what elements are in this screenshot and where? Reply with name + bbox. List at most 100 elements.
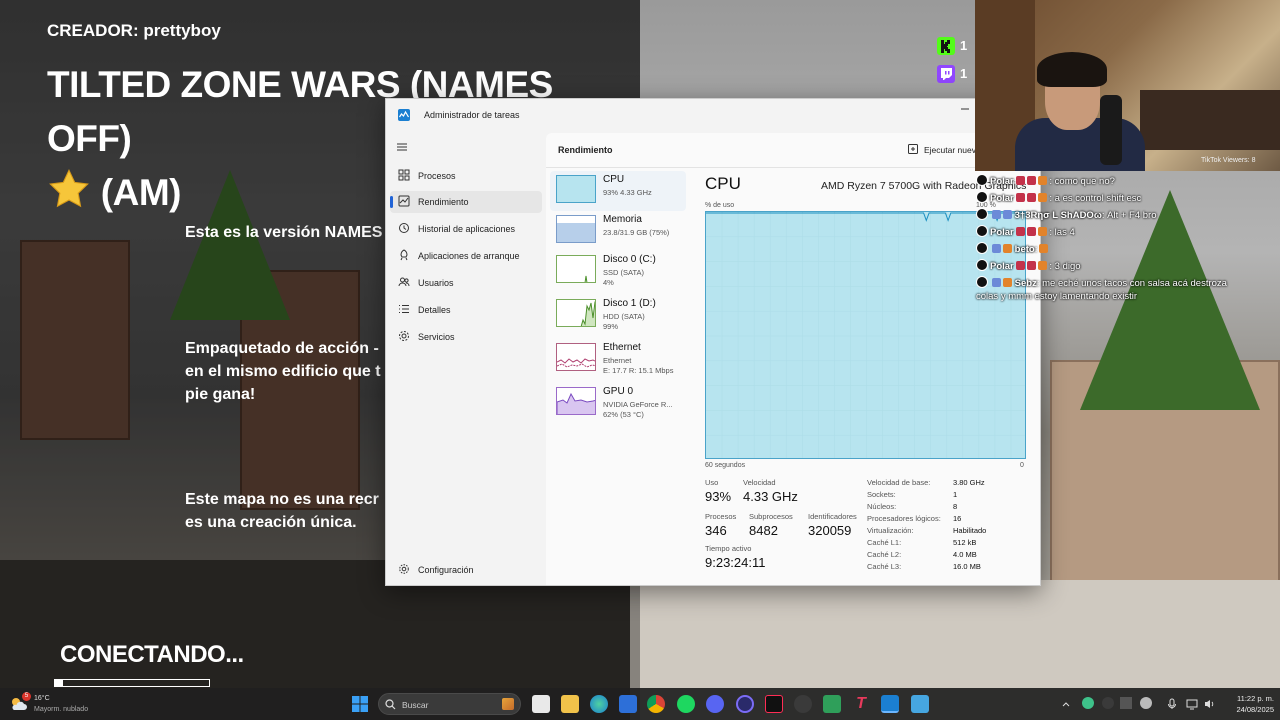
tray-app-icon[interactable] — [1120, 697, 1132, 709]
spec-value: 4.0 MB — [953, 550, 977, 559]
processes-icon — [398, 169, 410, 181]
chat-message: Polar : 3 digo — [976, 259, 1081, 272]
perf-item-gpu-0[interactable]: GPU 0 NVIDIA GeForce R... 62% (53 °C) — [550, 383, 686, 423]
badge-icon — [1037, 227, 1047, 236]
map-description-2-line: Empaquetado de acción - — [185, 340, 379, 357]
connecting-status: CONECTANDO... — [60, 641, 244, 668]
tray-app-icon[interactable] — [1082, 697, 1094, 709]
start-button[interactable] — [352, 696, 368, 712]
tiktok-viewers: TikTok Viewers: 8 — [1201, 157, 1256, 164]
badge-icon — [1015, 176, 1025, 185]
app-icon[interactable] — [794, 695, 812, 713]
chat-username: 3†3Rησ L ShADOω — [1014, 210, 1102, 221]
chat-message: beto: — [976, 242, 1049, 255]
tray-app-icon[interactable] — [1102, 697, 1114, 709]
processes-value: 346 — [705, 523, 727, 538]
spec-value: 1 — [953, 490, 958, 499]
graph-y-label: % de uso — [705, 202, 735, 209]
tray-overflow-button[interactable] — [1060, 697, 1072, 709]
graph-min-label: 0 — [1020, 462, 1024, 469]
threads-value: 8482 — [749, 523, 778, 538]
twitch-viewer-count: 1 — [960, 66, 968, 81]
task-manager-window[interactable]: Administrador de tareas Procesos Rendimi… — [385, 98, 1041, 586]
perf-item-name: Ethernet — [603, 342, 641, 353]
chat-username: Sebz — [1014, 278, 1037, 289]
kick-viewer-badge: 1 — [937, 37, 969, 55]
chat-username: Polar — [990, 227, 1014, 238]
speed-value: 4.33 GHz — [743, 489, 798, 504]
perf-item-detail: SSD (SATA) — [603, 268, 644, 277]
nav-item-performance[interactable]: Rendimiento — [390, 191, 542, 213]
chevron-up-icon — [1062, 702, 1070, 707]
map-title-suffix: (AM) — [100, 172, 182, 213]
perf-item-disk-1[interactable]: Disco 1 (D:) HDD (SATA) 99% — [550, 295, 686, 335]
taskbar-clock[interactable]: 11:22 p. m. 24/08/2025 — [1222, 693, 1274, 715]
perf-item-ethernet[interactable]: Ethernet Ethernet E: 17.7 R: 15.1 Mbps — [550, 339, 686, 379]
minimize-button[interactable] — [960, 99, 970, 119]
perf-item-detail: E: 17.7 R: 15.1 Mbps — [603, 366, 674, 375]
microphone-icon[interactable] — [1166, 697, 1178, 709]
nav-item-details[interactable]: Detalles — [390, 299, 542, 321]
network-icon[interactable] — [1186, 697, 1198, 710]
badge-icon — [1003, 278, 1012, 287]
nav-item-app-history[interactable]: Historial de aplicaciones — [390, 218, 542, 240]
spotify-icon[interactable] — [677, 695, 695, 713]
app-icon[interactable] — [823, 695, 841, 713]
memory-thumbnail — [556, 215, 596, 243]
tiktok-icon — [976, 276, 988, 288]
nav-item-users[interactable]: Usuarios — [390, 272, 542, 294]
task-manager-titlebar[interactable]: Administrador de tareas — [386, 99, 1040, 133]
chat-username: Polar — [990, 193, 1014, 204]
nav-item-services[interactable]: Servicios — [390, 326, 542, 348]
task-manager-taskbar-icon[interactable] — [881, 695, 899, 713]
perf-item-memory[interactable]: Memoria 23.8/31.9 GB (75%) — [550, 211, 686, 251]
kick-icon — [937, 37, 955, 55]
map-description-2: Empaquetado de acción - en el mismo edif… — [185, 337, 381, 406]
tray-app-icon[interactable] — [1140, 697, 1152, 709]
badge-icon — [1015, 261, 1025, 270]
clock-time: 11:22 p. m. — [1237, 694, 1274, 703]
chat-message: Sebz: me eché unos tacos con salsa acá d… — [976, 276, 1227, 289]
usage-value: 93% — [705, 489, 732, 504]
perf-item-cpu[interactable]: CPU 93% 4.33 GHz — [550, 171, 686, 211]
streamer-hair — [1037, 52, 1107, 87]
nav-item-startup-apps[interactable]: Aplicaciones de arranque — [390, 245, 542, 267]
edge-icon[interactable] — [590, 695, 608, 713]
taskbar-search[interactable]: Buscar — [378, 693, 521, 715]
discord-icon[interactable] — [706, 695, 724, 713]
spec-value: 8 — [953, 502, 958, 511]
volume-icon[interactable] — [1204, 697, 1216, 709]
settings-button[interactable]: Configuración — [390, 559, 542, 581]
nav-item-label: Rendimiento — [418, 197, 469, 207]
handles-label: Identificadores — [808, 512, 857, 521]
usage-label: Uso — [705, 478, 719, 487]
webcam-feed — [975, 0, 1280, 171]
spec-value: 16 — [953, 514, 962, 523]
cpu-thumbnail — [556, 175, 596, 203]
obs-icon[interactable] — [736, 695, 754, 713]
map-creator: CREADOR: prettyboy — [47, 21, 221, 40]
perf-item-detail: 99% — [603, 322, 619, 331]
text-app-icon[interactable]: T — [852, 695, 870, 713]
chat-text: : me eché unos tacos con salsa acá destr… — [1036, 278, 1227, 289]
performance-icon — [398, 195, 410, 207]
hamburger-menu-button[interactable] — [396, 141, 410, 155]
star-icon — [49, 169, 89, 208]
tiktok-live-icon[interactable] — [765, 695, 783, 713]
task-view-icon[interactable] — [532, 695, 550, 713]
perf-item-disk-0[interactable]: Disco 0 (C:) SSD (SATA) 4% — [550, 251, 686, 291]
perf-item-detail: 4% — [603, 278, 614, 287]
nav-item-processes[interactable]: Procesos — [390, 165, 542, 187]
weather-widget[interactable]: 5 16°C Mayorm. nublado — [10, 692, 120, 716]
badge-icon — [1003, 244, 1012, 253]
gear-icon — [399, 564, 409, 574]
file-explorer-icon[interactable] — [561, 695, 579, 713]
processes-label: Procesos — [705, 512, 737, 521]
app-icon[interactable] — [911, 695, 929, 713]
store-icon[interactable] — [619, 695, 637, 713]
tiktok-icon — [976, 259, 988, 271]
perf-item-detail: 93% 4.33 GHz — [603, 188, 652, 197]
nav-item-label: Procesos — [418, 171, 456, 181]
perf-item-name: Disco 1 (D:) — [603, 298, 656, 309]
chrome-icon[interactable] — [647, 695, 665, 713]
